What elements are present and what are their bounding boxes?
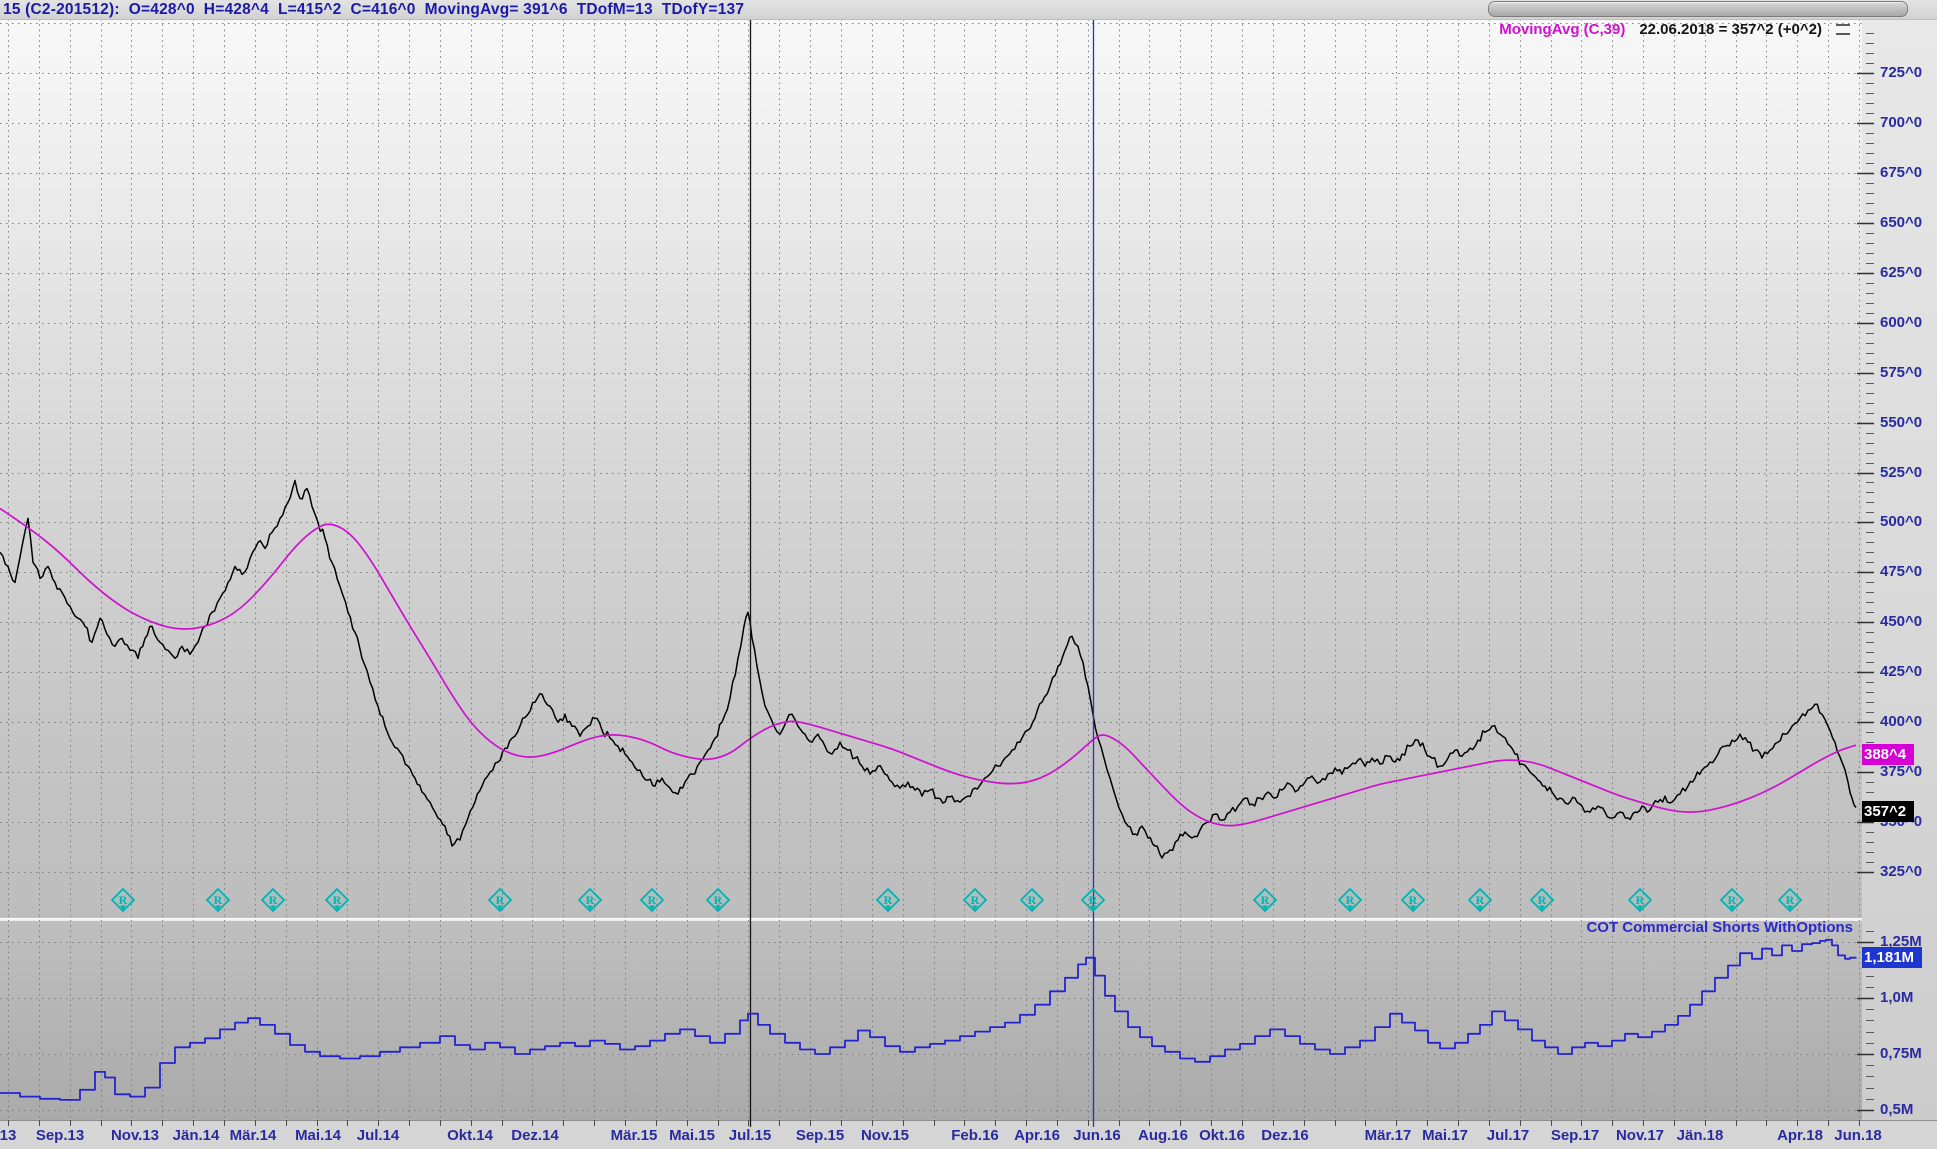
cot-series-line — [0, 940, 1856, 1100]
rollover-marker: R — [1469, 889, 1491, 911]
rollover-marker: R — [641, 889, 663, 911]
legend-row: MovingAvg (C,39) 22.06.2018 = 357^2 (+0^… — [1499, 20, 1850, 38]
rollover-letter: R — [333, 893, 342, 907]
rollover-marker: R — [207, 889, 229, 911]
rollover-letter: R — [586, 893, 595, 907]
rollover-marker: R — [326, 889, 348, 911]
rollover-marker: R — [489, 889, 511, 911]
price-series-line — [0, 481, 1856, 859]
rollover-letter: R — [1089, 893, 1098, 907]
rollover-marker: R — [1339, 889, 1361, 911]
rollover-marker: R — [1402, 889, 1424, 911]
title-bar: 15 (C2-201512): O=428^0 H=428^4 L=415^2 … — [0, 0, 1937, 20]
rollover-marker: R — [1779, 889, 1801, 911]
rollover-letter: R — [1786, 893, 1795, 907]
legend-grip-icon[interactable] — [1836, 24, 1850, 35]
rollover-letter: R — [214, 893, 223, 907]
rollover-marker: R — [262, 889, 284, 911]
rollover-marker: R — [1629, 889, 1651, 911]
rollover-letter: R — [648, 893, 657, 907]
time-axis-ticks — [9, 1120, 1860, 1126]
rollover-letter: R — [1028, 893, 1037, 907]
horizontal-scrollbar-thumb[interactable] — [1488, 1, 1908, 17]
rollover-letter: R — [971, 893, 980, 907]
rollover-marker: R — [1254, 889, 1276, 911]
vertical-gridlines — [9, 19, 1860, 1120]
ma-value-tag: 388^4 — [1862, 744, 1914, 765]
rollover-marker: R — [112, 889, 134, 911]
rollover-marker: R — [707, 889, 729, 911]
rollover-letter: R — [884, 893, 893, 907]
rollover-letter: R — [1409, 893, 1418, 907]
rollover-letter: R — [1476, 893, 1485, 907]
rollover-letter: R — [119, 893, 128, 907]
last-price-tag: 357^2 — [1862, 801, 1914, 822]
rollover-markers: RRRRRRRRRRRRRRRRRRRR — [112, 889, 1801, 911]
rollover-marker: R — [1082, 889, 1104, 911]
rollover-marker: R — [579, 889, 601, 911]
moving-average-line — [0, 509, 1856, 826]
rollover-letter: R — [1728, 893, 1737, 907]
rollover-letter: R — [1261, 893, 1270, 907]
rollover-letter: R — [1636, 893, 1645, 907]
rollover-letter: R — [1346, 893, 1355, 907]
legend-cursor-info: 22.06.2018 = 357^2 (+0^2) — [1639, 21, 1822, 38]
rollover-letter: R — [496, 893, 505, 907]
rollover-marker: R — [964, 889, 986, 911]
cot-panel-title: COT Commercial Shorts WithOptions — [1586, 919, 1853, 936]
instrument-status-line: 15 (C2-201512): O=428^0 H=428^4 L=415^2 … — [3, 0, 744, 19]
rollover-marker: R — [1021, 889, 1043, 911]
rollover-letter: R — [1538, 893, 1547, 907]
rollover-marker: R — [1721, 889, 1743, 911]
chart-canvas-svg[interactable]: RRRRRRRRRRRRRRRRRRRR — [0, 0, 1937, 1149]
cot-value-tag: 1,181M — [1862, 947, 1922, 968]
rollover-letter: R — [714, 893, 723, 907]
legend-movingavg-label[interactable]: MovingAvg (C,39) — [1499, 21, 1625, 38]
rollover-marker: R — [877, 889, 899, 911]
rollover-letter: R — [269, 893, 278, 907]
rollover-marker: R — [1531, 889, 1553, 911]
